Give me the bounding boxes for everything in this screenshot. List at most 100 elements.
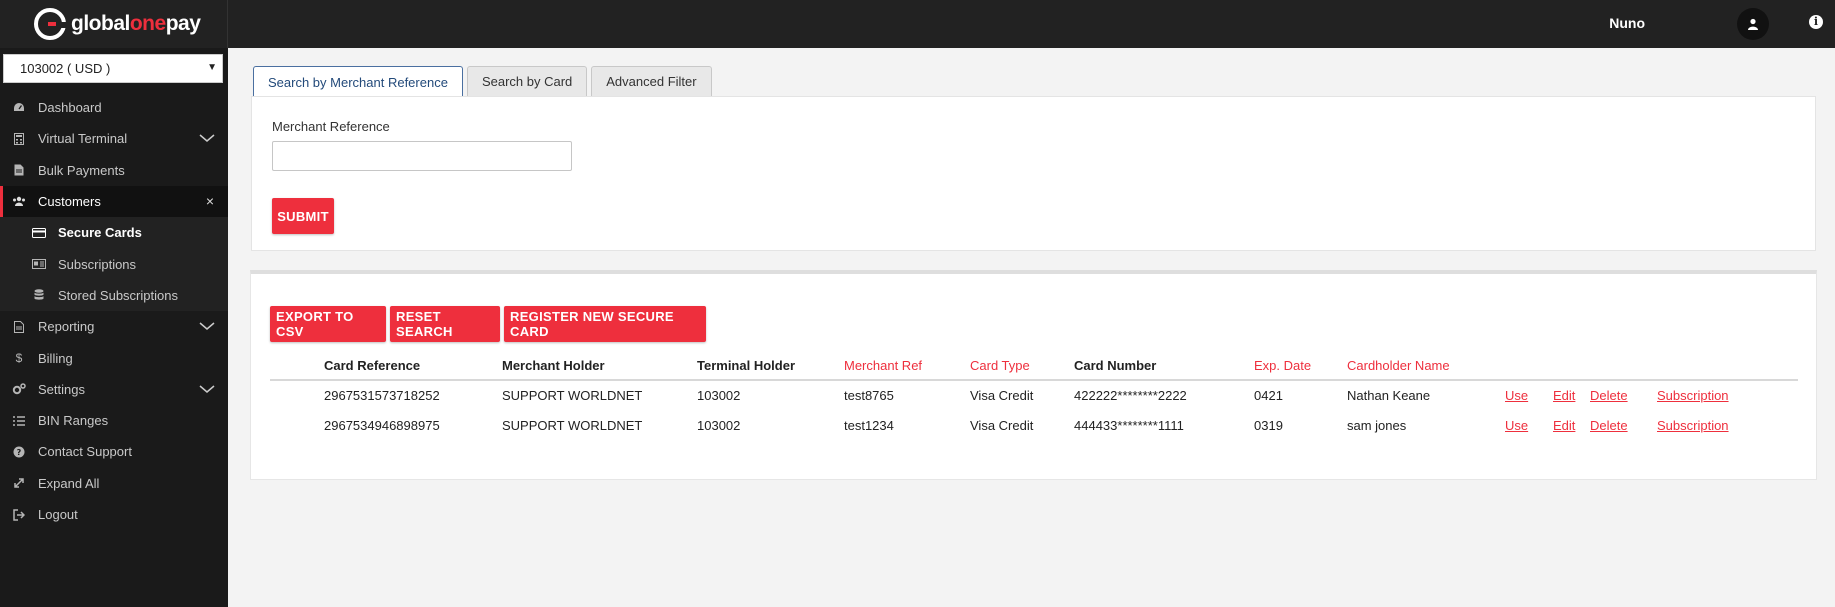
sidebar-item-bulk-payments[interactable]: Bulk Payments: [0, 155, 228, 186]
sidebar-item-label: Billing: [38, 350, 73, 366]
id-card-icon: [32, 257, 46, 271]
sidebar-item-billing[interactable]: $ Billing: [0, 342, 228, 373]
sidebar-item-label: Bulk Payments: [38, 162, 125, 178]
sidebar-item-label: Settings: [38, 381, 85, 397]
brand-logo[interactable]: globalonepay: [0, 0, 228, 48]
register-new-secure-card-button[interactable]: REGISTER NEW SECURE CARD: [504, 306, 706, 342]
sidebar-item-stored-subscriptions[interactable]: Stored Subscriptions: [0, 279, 228, 312]
terminal-holder-cell: 103002: [697, 417, 741, 433]
search-tabs: Search by Merchant Reference Search by C…: [253, 66, 716, 97]
column-header-card-number: Card Number: [1074, 352, 1254, 381]
merchant-holder-cell: SUPPORT WORLDNET: [502, 388, 643, 403]
tab-search-by-card[interactable]: Search by Card: [466, 66, 588, 96]
card-number-cell: 422222********2222: [1074, 388, 1187, 403]
search-panel: Merchant Reference SUBMIT: [251, 96, 1816, 251]
info-icon[interactable]: i: [1809, 15, 1823, 29]
tab-search-by-merchant-reference[interactable]: Search by Merchant Reference: [253, 66, 463, 97]
tab-advanced-filter[interactable]: Advanced Filter: [591, 66, 712, 96]
use-link[interactable]: Use: [1505, 418, 1528, 433]
table-row: 2967531573718252 SUPPORT WORLDNET 103002…: [270, 380, 1798, 410]
users-icon: [12, 195, 26, 209]
sidebar-item-settings[interactable]: Settings: [0, 374, 228, 405]
sidebar-item-customers[interactable]: Customers ×: [0, 185, 228, 218]
terminal-holder-cell: 103002: [697, 388, 741, 403]
sidebar-item-label: Secure Cards: [58, 225, 142, 241]
dashboard-icon: [12, 101, 26, 115]
report-icon: [12, 320, 26, 334]
chevron-down-icon[interactable]: [199, 383, 215, 395]
chevron-down-icon[interactable]: [199, 320, 215, 332]
main-content: Search by Merchant Reference Search by C…: [228, 48, 1835, 607]
merchant-reference-input[interactable]: [272, 141, 572, 171]
merchant-reference-label: Merchant Reference: [272, 119, 390, 134]
sidebar-item-label: Logout: [38, 507, 78, 522]
sidebar-item-label: Reporting: [38, 319, 95, 335]
sidebar-item-dashboard[interactable]: Dashboard: [0, 92, 228, 123]
sidebar-item-secure-cards[interactable]: Secure Cards: [0, 217, 228, 249]
sidebar-item-logout[interactable]: Logout: [0, 499, 228, 530]
sidebar-item-label: Virtual Terminal: [38, 131, 128, 147]
export-csv-button[interactable]: EXPORT TO CSV: [270, 306, 386, 342]
edit-link[interactable]: Edit: [1553, 418, 1575, 433]
question-icon: ?: [12, 445, 26, 459]
account-select[interactable]: 103002 ( USD ) ▼: [3, 54, 223, 83]
reset-search-button[interactable]: RESET SEARCH: [390, 306, 500, 342]
file-icon: [12, 163, 26, 177]
delete-link[interactable]: Delete: [1590, 418, 1628, 433]
exp-date-cell: 0319: [1254, 417, 1283, 433]
column-header-cardholder-name[interactable]: Cardholder Name: [1347, 352, 1505, 381]
chevron-down-icon[interactable]: [199, 132, 215, 144]
caret-down-icon: ▼: [207, 62, 217, 73]
column-header-exp-date[interactable]: Exp. Date: [1254, 352, 1347, 381]
user-name[interactable]: Nuno: [1609, 15, 1645, 31]
sidebar-item-contact-support[interactable]: ? Contact Support: [0, 436, 228, 467]
column-header-merchant-ref[interactable]: Merchant Ref: [844, 352, 970, 381]
user-avatar-icon[interactable]: [1737, 8, 1769, 40]
svg-text:?: ?: [17, 448, 22, 457]
calculator-icon: [12, 132, 26, 146]
sidebar-item-reporting[interactable]: Reporting: [0, 311, 228, 342]
table-header-row: Card Reference Merchant Holder Terminal …: [270, 352, 1798, 381]
credit-card-icon: [32, 226, 46, 240]
cardholder-name-cell: Nathan Keane: [1347, 388, 1431, 403]
sidebar-item-label: Contact Support: [38, 444, 132, 460]
subscription-link[interactable]: Subscription: [1657, 388, 1729, 403]
database-icon: [32, 288, 46, 302]
merchant-holder-cell: SUPPORT WORLDNET: [502, 417, 643, 433]
delete-link[interactable]: Delete: [1590, 388, 1628, 403]
use-link[interactable]: Use: [1505, 388, 1528, 403]
cogs-icon: [12, 382, 26, 396]
sidebar-item-label: Expand All: [38, 475, 100, 491]
cardholder-name-cell: sam jones: [1347, 417, 1407, 433]
logout-icon: [12, 508, 26, 522]
secure-cards-table: Card Reference Merchant Holder Terminal …: [270, 352, 1798, 440]
sidebar-item-expand-all[interactable]: Expand All: [0, 468, 228, 499]
dollar-icon: $: [15, 351, 23, 366]
column-header-terminal-holder: Terminal Holder: [697, 352, 844, 381]
expand-icon: [12, 476, 26, 490]
sidebar-item-subscriptions[interactable]: Subscriptions: [0, 248, 228, 280]
subscription-link[interactable]: Subscription: [1657, 418, 1729, 433]
column-header-card-reference: Card Reference: [324, 352, 502, 381]
card-reference-cell: 2967534946898975: [324, 417, 440, 433]
brand-name: globalonepay: [71, 12, 201, 35]
close-icon[interactable]: ×: [206, 193, 214, 209]
sidebar-item-bin-ranges[interactable]: BIN Ranges: [0, 405, 228, 436]
sidebar-item-label: Dashboard: [38, 100, 102, 116]
account-select-value: 103002 ( USD ): [20, 61, 111, 76]
submit-button[interactable]: SUBMIT: [272, 198, 334, 234]
column-header-merchant-holder: Merchant Holder: [502, 352, 697, 381]
column-header-card-type[interactable]: Card Type: [970, 352, 1074, 381]
merchant-ref-cell: test8765: [844, 388, 894, 403]
edit-link[interactable]: Edit: [1553, 388, 1575, 403]
sidebar-nav: Dashboard Virtual Terminal Bulk Payments…: [0, 92, 228, 530]
sidebar-item-label: BIN Ranges: [38, 413, 109, 429]
sidebar-item-virtual-terminal[interactable]: Virtual Terminal: [0, 123, 228, 154]
sidebar-item-label: Stored Subscriptions: [58, 287, 178, 303]
results-actions: EXPORT TO CSV RESET SEARCH REGISTER NEW …: [270, 306, 710, 342]
sidebar-item-label: Subscriptions: [58, 256, 137, 272]
list-icon: [12, 414, 26, 428]
merchant-ref-cell: test1234: [844, 417, 894, 433]
table-row: 2967534946898975 SUPPORT WORLDNET 103002…: [270, 410, 1798, 440]
sidebar: 103002 ( USD ) ▼ Dashboard Virtual Termi…: [0, 48, 228, 607]
